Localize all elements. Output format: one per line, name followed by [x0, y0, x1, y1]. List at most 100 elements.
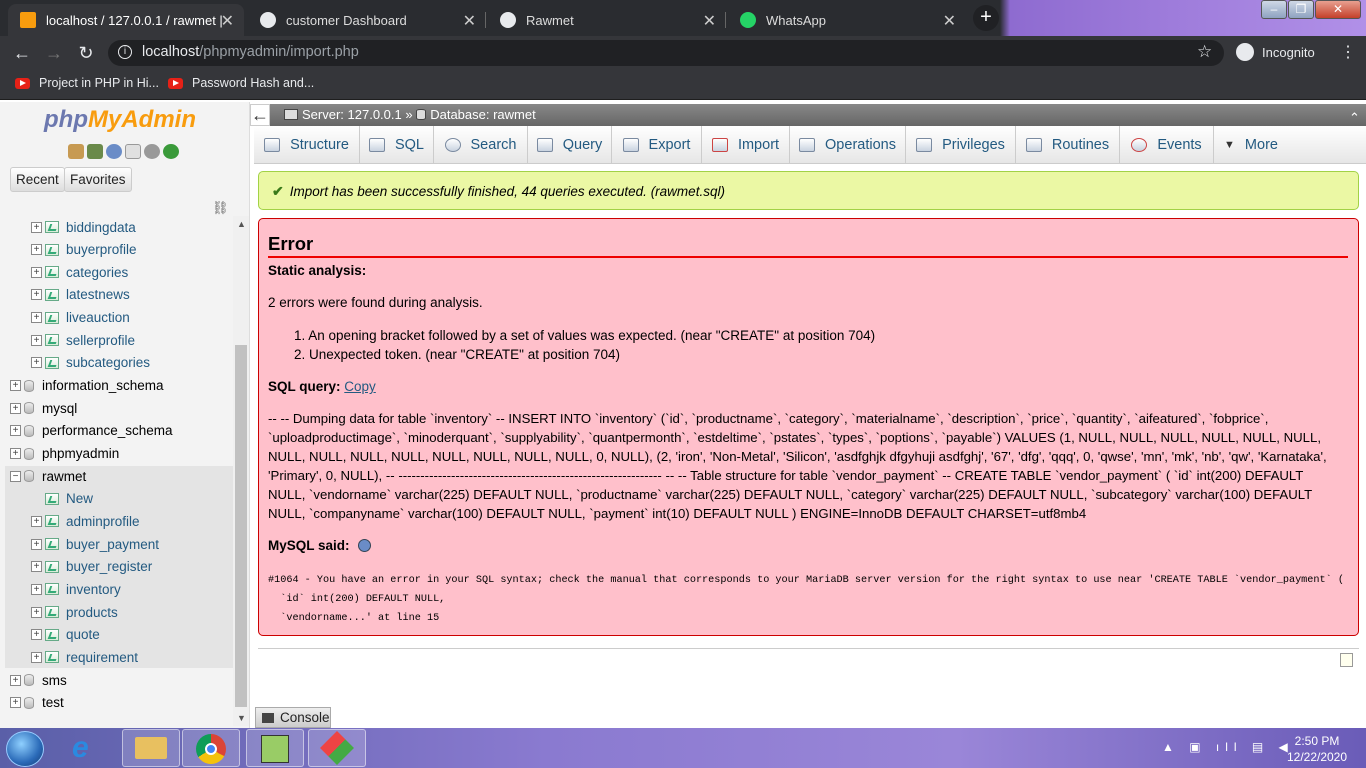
back-icon[interactable]: ←: [12, 43, 32, 64]
menu-icon[interactable]: ⋮: [1340, 42, 1356, 62]
tab-search[interactable]: Search: [434, 126, 528, 164]
maximize-button[interactable]: ❐: [1288, 0, 1314, 19]
close-icon[interactable]: ✕: [221, 11, 234, 31]
tree-item[interactable]: + sellerprofile: [31, 329, 135, 351]
tree-item[interactable]: + inventory: [31, 578, 121, 600]
home-icon[interactable]: [68, 144, 84, 159]
tree-item[interactable]: + sms: [10, 669, 67, 691]
browser-tab-customer-dashboard[interactable]: customer Dashboard ✕: [248, 4, 486, 36]
expand-icon[interactable]: +: [31, 244, 42, 256]
tree-item[interactable]: + phpmyadmin: [10, 443, 119, 465]
browser-tab-rawmet[interactable]: Rawmet ✕: [488, 4, 726, 36]
tab-more[interactable]: ▼ More: [1214, 126, 1288, 164]
breadcrumb-server[interactable]: Server: 127.0.0.1: [302, 107, 402, 122]
browser-tab-whatsapp[interactable]: WhatsApp ✕: [728, 4, 966, 36]
copy-link[interactable]: Copy: [344, 379, 376, 394]
gear-icon[interactable]: [144, 144, 160, 159]
reload-icon[interactable]: ↻: [76, 43, 96, 64]
tree-item[interactable]: + performance_schema: [10, 420, 173, 442]
close-icon[interactable]: ✕: [943, 11, 956, 31]
notepad-taskbar-button[interactable]: [246, 729, 304, 767]
expand-icon[interactable]: +: [31, 606, 42, 618]
help-icon[interactable]: [106, 144, 122, 159]
tree-item[interactable]: + information_schema: [10, 375, 164, 397]
expand-icon[interactable]: +: [10, 697, 21, 709]
expand-icon[interactable]: +: [31, 583, 42, 595]
tab-sql[interactable]: SQL: [360, 126, 434, 164]
phpmyadmin-logo[interactable]: phpMyAdmin: [44, 106, 196, 134]
tree-item[interactable]: New: [31, 488, 93, 510]
breadcrumb-database[interactable]: Database: rawmet: [430, 107, 536, 122]
scroll-down-icon[interactable]: ▼: [237, 713, 246, 723]
tree-item[interactable]: + buyer_register: [31, 556, 152, 578]
app-taskbar-button[interactable]: [308, 729, 366, 767]
tree-item[interactable]: + products: [31, 601, 118, 623]
link-icon[interactable]: ⛓: [212, 200, 229, 216]
note-icon[interactable]: [1340, 653, 1353, 667]
minimize-button[interactable]: –: [1261, 0, 1287, 19]
expand-icon[interactable]: +: [10, 402, 21, 414]
tree-item[interactable]: + buyerprofile: [31, 239, 137, 261]
incognito-indicator[interactable]: Incognito: [1236, 43, 1315, 61]
system-tray[interactable]: ▲ ▣ ıll ▤ ◀: [1162, 740, 1294, 754]
tree-item[interactable]: − rawmet: [10, 465, 86, 487]
expand-icon[interactable]: +: [31, 221, 42, 233]
explorer-taskbar-button[interactable]: [122, 729, 180, 767]
recent-button[interactable]: Recent: [10, 167, 65, 192]
expand-icon[interactable]: +: [31, 515, 42, 527]
docs-icon[interactable]: [125, 144, 141, 159]
tab-events[interactable]: Events: [1120, 126, 1214, 164]
tree-item[interactable]: + liveauction: [31, 307, 130, 329]
tree-item[interactable]: + latestnews: [31, 284, 130, 306]
close-icon[interactable]: ✕: [703, 11, 716, 31]
reload-icon[interactable]: [163, 144, 179, 159]
browser-tab-phpmyadmin[interactable]: localhost / 127.0.0.1 / rawmet | ph ✕: [8, 4, 244, 36]
logout-icon[interactable]: [87, 144, 103, 159]
expand-icon[interactable]: +: [31, 651, 42, 663]
tree-item[interactable]: + adminprofile: [31, 510, 140, 532]
collapse-up-icon[interactable]: ⌃: [1349, 110, 1360, 126]
tab-import[interactable]: Import: [702, 126, 790, 164]
expand-icon[interactable]: +: [31, 538, 42, 550]
tab-privileges[interactable]: Privileges: [906, 126, 1016, 164]
new-tab-button[interactable]: +: [973, 5, 999, 31]
expand-icon[interactable]: [31, 493, 42, 504]
console-button[interactable]: Console: [255, 707, 331, 728]
expand-icon[interactable]: +: [31, 312, 42, 324]
tab-operations[interactable]: Operations: [790, 126, 906, 164]
expand-icon[interactable]: +: [31, 629, 42, 641]
help-icon[interactable]: [357, 539, 371, 552]
tab-routines[interactable]: Routines: [1016, 126, 1120, 164]
star-icon[interactable]: ☆: [1197, 42, 1212, 62]
chrome-taskbar-button[interactable]: [182, 729, 240, 767]
internet-explorer-icon[interactable]: e: [72, 731, 89, 765]
expand-icon[interactable]: +: [10, 674, 21, 686]
tree-item[interactable]: + biddingdata: [31, 216, 136, 238]
expand-icon[interactable]: +: [10, 425, 21, 437]
tab-export[interactable]: Export: [612, 126, 702, 164]
expand-icon[interactable]: +: [10, 380, 21, 392]
tree-item[interactable]: + subcategories: [31, 352, 150, 374]
favorites-button[interactable]: Favorites: [64, 167, 132, 192]
tree-item[interactable]: + quote: [31, 624, 100, 646]
tab-structure[interactable]: Structure: [254, 126, 360, 164]
collapse-nav-button[interactable]: ←: [250, 104, 270, 126]
expand-icon[interactable]: +: [31, 334, 42, 346]
sidebar-scrollbar-thumb[interactable]: [235, 345, 247, 707]
expand-icon[interactable]: +: [31, 289, 42, 301]
tree-item[interactable]: + mysql: [10, 397, 77, 419]
info-icon[interactable]: i: [118, 45, 132, 59]
bookmark-item[interactable]: Project in PHP in Hi...: [15, 76, 159, 90]
scroll-up-icon[interactable]: ▲: [237, 219, 246, 229]
windows-start-button[interactable]: [6, 731, 44, 767]
tree-item[interactable]: + requirement: [31, 646, 138, 668]
bookmark-item[interactable]: Password Hash and...: [168, 76, 314, 90]
tree-item[interactable]: + buyer_payment: [31, 533, 159, 555]
expand-icon[interactable]: +: [10, 448, 21, 459]
expand-icon[interactable]: +: [31, 357, 42, 369]
forward-icon[interactable]: →: [44, 43, 64, 64]
tab-query[interactable]: Query: [528, 126, 612, 164]
expand-icon[interactable]: +: [31, 561, 42, 573]
expand-icon[interactable]: +: [31, 266, 42, 278]
tree-item[interactable]: + categories: [31, 261, 128, 283]
